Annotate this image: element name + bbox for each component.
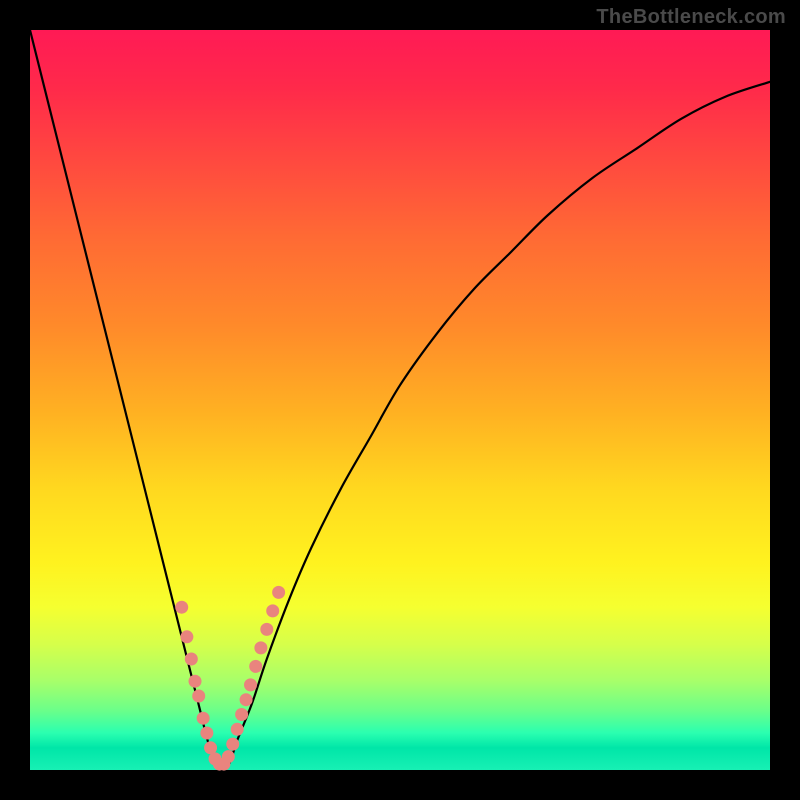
data-marker [222,750,235,763]
plot-area [30,30,770,770]
data-marker [189,675,202,688]
data-marker [254,641,267,654]
data-marker [180,630,193,643]
marker-group [175,586,285,771]
data-marker [244,678,257,691]
data-marker [235,708,248,721]
data-marker [231,723,244,736]
watermark-text: TheBottleneck.com [596,6,786,29]
data-marker [192,690,205,703]
data-marker [197,712,210,725]
bottleneck-curve [30,30,770,770]
data-marker [272,586,285,599]
data-marker [240,693,253,706]
data-marker [260,623,273,636]
data-marker [266,604,279,617]
chart-frame: TheBottleneck.com [0,0,800,800]
data-marker [175,601,188,614]
data-marker [185,653,198,666]
data-marker [249,660,262,673]
data-marker [204,741,217,754]
plot-svg [30,30,770,770]
data-marker [226,738,239,751]
data-marker [200,727,213,740]
